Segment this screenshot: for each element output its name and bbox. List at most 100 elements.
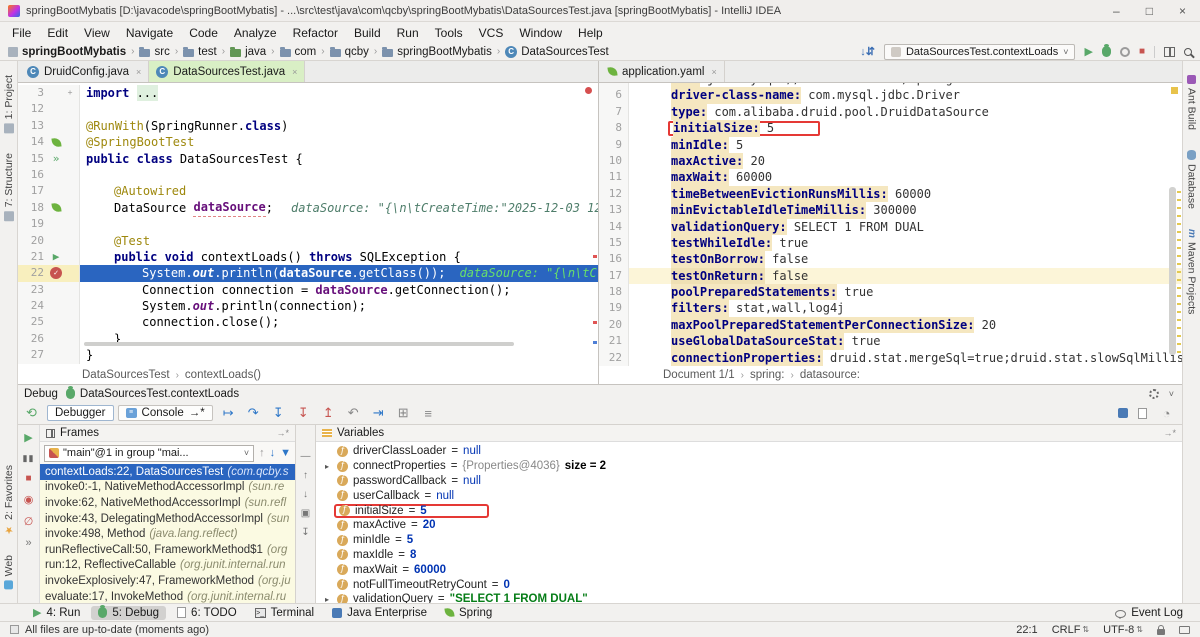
menu-vcs[interactable]: VCS — [471, 24, 512, 42]
fold-marker[interactable]: + — [64, 85, 76, 101]
warning-stripe-marks[interactable] — [1177, 191, 1181, 359]
prev-frame-icon[interactable]: ↑ — [259, 447, 265, 459]
menu-run[interactable]: Run — [389, 24, 427, 42]
stack-frame-row[interactable]: evaluate:17, InvokeMethod(org.junit.inte… — [40, 589, 295, 604]
breadcrumb-item[interactable]: CDataSourcesTest — [505, 46, 609, 58]
help-icon[interactable]: ◔ — [1157, 406, 1176, 421]
copy-icon[interactable]: ▣ — [301, 508, 310, 519]
step-over-icon[interactable]: ↷ — [244, 405, 263, 421]
menu-window[interactable]: Window — [511, 24, 570, 42]
tool-button-database[interactable]: Database — [1186, 150, 1198, 209]
drop-frame-icon[interactable]: ↶ — [344, 405, 363, 421]
search-everywhere-icon[interactable] — [1184, 48, 1192, 56]
yaml-line[interactable]: 18poolPreparedStatements: true — [599, 284, 1182, 300]
background-tasks-icon[interactable] — [10, 625, 19, 634]
yaml-line[interactable]: 12timeBetweenEvictionRunsMillis: 60000 — [599, 186, 1182, 202]
breadcrumb-item[interactable]: test — [183, 46, 217, 58]
breadcrumb-item[interactable]: src — [139, 46, 169, 58]
collapse-icon[interactable]: — — [301, 451, 311, 462]
menu-view[interactable]: View — [76, 24, 118, 42]
yaml-line[interactable]: 14validationQuery: SELECT 1 FROM DUAL — [599, 219, 1182, 235]
expand-icon[interactable]: ▸ — [322, 462, 332, 471]
yaml-line[interactable]: 8initialSize: 5 — [599, 120, 1182, 136]
run-test-icon[interactable]: ▶ — [53, 249, 60, 265]
tab-console[interactable]: ≡Console→* — [118, 405, 213, 421]
event-log-button[interactable]: Event Log — [1108, 606, 1190, 620]
yaml-line[interactable]: 19filters: stat,wall,log4j — [599, 300, 1182, 316]
error-stripe-mark[interactable] — [593, 255, 597, 258]
menu-code[interactable]: Code — [181, 24, 226, 42]
code-line[interactable]: 23Connection connection = dataSource.get… — [18, 282, 598, 298]
tool-button-web[interactable]: Web — [3, 555, 15, 589]
mute-breakpoints-button[interactable]: ∅ — [24, 515, 34, 528]
caret-position[interactable]: 22:1 — [1016, 624, 1037, 636]
breadcrumb-item[interactable]: contextLoads() — [185, 369, 261, 381]
menu-edit[interactable]: Edit — [39, 24, 76, 42]
code-line[interactable]: 18DataSource dataSource;dataSource: "{\n… — [18, 200, 598, 216]
close-button[interactable]: × — [1179, 4, 1186, 18]
line-ending-select[interactable]: CRLF⇅ — [1052, 624, 1089, 636]
menu-help[interactable]: Help — [570, 24, 611, 42]
breadcrumb-item[interactable]: springBootMybatis — [8, 46, 126, 58]
code-line[interactable]: 3+import ... — [18, 85, 598, 101]
code-line[interactable]: 25connection.close(); — [18, 314, 598, 330]
close-icon[interactable]: × — [711, 67, 716, 77]
yaml-line[interactable]: 10maxActive: 20 — [599, 153, 1182, 169]
tool-button-1-project[interactable]: 1: Project — [3, 75, 15, 133]
code-line[interactable]: 24System.out.println(connection); — [18, 298, 598, 314]
menu-navigate[interactable]: Navigate — [118, 24, 181, 42]
close-icon[interactable]: × — [292, 67, 297, 77]
variable-row[interactable]: fmaxIdle=8 — [316, 548, 1182, 563]
menu-analyze[interactable]: Analyze — [226, 24, 285, 42]
code-line[interactable]: 13@RunWith(SpringRunner.class) — [18, 118, 598, 134]
yaml-line[interactable]: 20maxPoolPreparedStatementPerConnectionS… — [599, 317, 1182, 333]
info-stripe-mark[interactable] — [593, 341, 597, 344]
tab-debugger[interactable]: Debugger — [47, 405, 114, 421]
step-out-icon[interactable]: ↥ — [319, 405, 338, 421]
stack-frame-row[interactable]: invoke0:-1, NativeMethodAccessorImpl(sun… — [40, 480, 295, 496]
breadcrumb-item[interactable]: spring: — [750, 369, 785, 381]
view-breakpoints-button[interactable]: ◉ — [24, 493, 34, 506]
stack-frame-row[interactable]: runReflectiveCall:50, FrameworkMethod$1(… — [40, 542, 295, 558]
breadcrumb-item[interactable]: qcby — [330, 46, 369, 58]
more-options-button[interactable]: » — [25, 537, 31, 549]
breadcrumb-item[interactable]: datasource: — [800, 369, 860, 381]
variable-row[interactable]: fpasswordCallback=null — [316, 474, 1182, 489]
yaml-line[interactable]: 16testOnBorrow: false — [599, 251, 1182, 267]
variable-row[interactable]: fminIdle=5 — [316, 533, 1182, 548]
menu-file[interactable]: File — [4, 24, 39, 42]
run-class-icon[interactable]: » — [53, 151, 60, 167]
breadcrumb-item[interactable]: com — [280, 46, 317, 58]
error-stripe-mark[interactable] — [593, 321, 597, 324]
maximize-button[interactable]: □ — [1146, 4, 1153, 18]
stack-frame-row[interactable]: contextLoads:22, DataSourcesTest(com.qcb… — [40, 464, 295, 480]
pause-button[interactable]: ▮▮ — [23, 453, 35, 464]
yaml-line[interactable]: 21useGlobalDataSourceStat: true — [599, 333, 1182, 349]
run-button[interactable]: ▶ — [1084, 45, 1092, 58]
breadcrumb-item[interactable]: java — [230, 46, 266, 58]
down-icon[interactable]: ↓ — [303, 489, 308, 500]
filter-frames-icon[interactable]: ▼ — [280, 447, 291, 459]
screen-reader-icon[interactable] — [1179, 626, 1190, 634]
tab-application-yaml[interactable]: application.yaml× — [601, 61, 725, 82]
code-line[interactable]: 22✓System.out.println(dataSource.getClas… — [18, 265, 598, 281]
code-line[interactable]: 21▶public void contextLoads() throws SQL… — [18, 249, 598, 265]
tool-button-ant-build[interactable]: Ant Build — [1186, 75, 1198, 130]
readonly-lock-icon[interactable] — [1157, 629, 1165, 635]
yaml-line[interactable]: 6driver-class-name: com.mysql.jdbc.Drive… — [599, 87, 1182, 103]
variable-row[interactable]: fdriverClassLoader=null — [316, 444, 1182, 459]
step-into-icon[interactable]: ↧ — [269, 405, 288, 421]
yaml-line[interactable]: 15testWhileIdle: true — [599, 235, 1182, 251]
tool-window-button-6-todo[interactable]: 6: TODO — [170, 606, 244, 620]
settings-gear-icon[interactable] — [1149, 389, 1159, 399]
yaml-line[interactable]: 11maxWait: 60000 — [599, 169, 1182, 185]
dump-threads-icon[interactable] — [1138, 408, 1147, 419]
run-to-cursor-icon[interactable]: ⇥ — [369, 405, 388, 421]
resume-button[interactable]: ▶ — [24, 431, 32, 444]
stack-frame-row[interactable]: invoke:498, Method(java.lang.reflect) — [40, 526, 295, 542]
tool-button-7-structure[interactable]: 7: Structure — [3, 153, 15, 221]
rerun-button[interactable]: ⟲ — [22, 405, 41, 421]
stop-button[interactable]: ■ — [1139, 46, 1145, 57]
tab-druidconfig-java[interactable]: CDruidConfig.java× — [20, 61, 149, 82]
code-line[interactable]: 20@Test — [18, 233, 598, 249]
